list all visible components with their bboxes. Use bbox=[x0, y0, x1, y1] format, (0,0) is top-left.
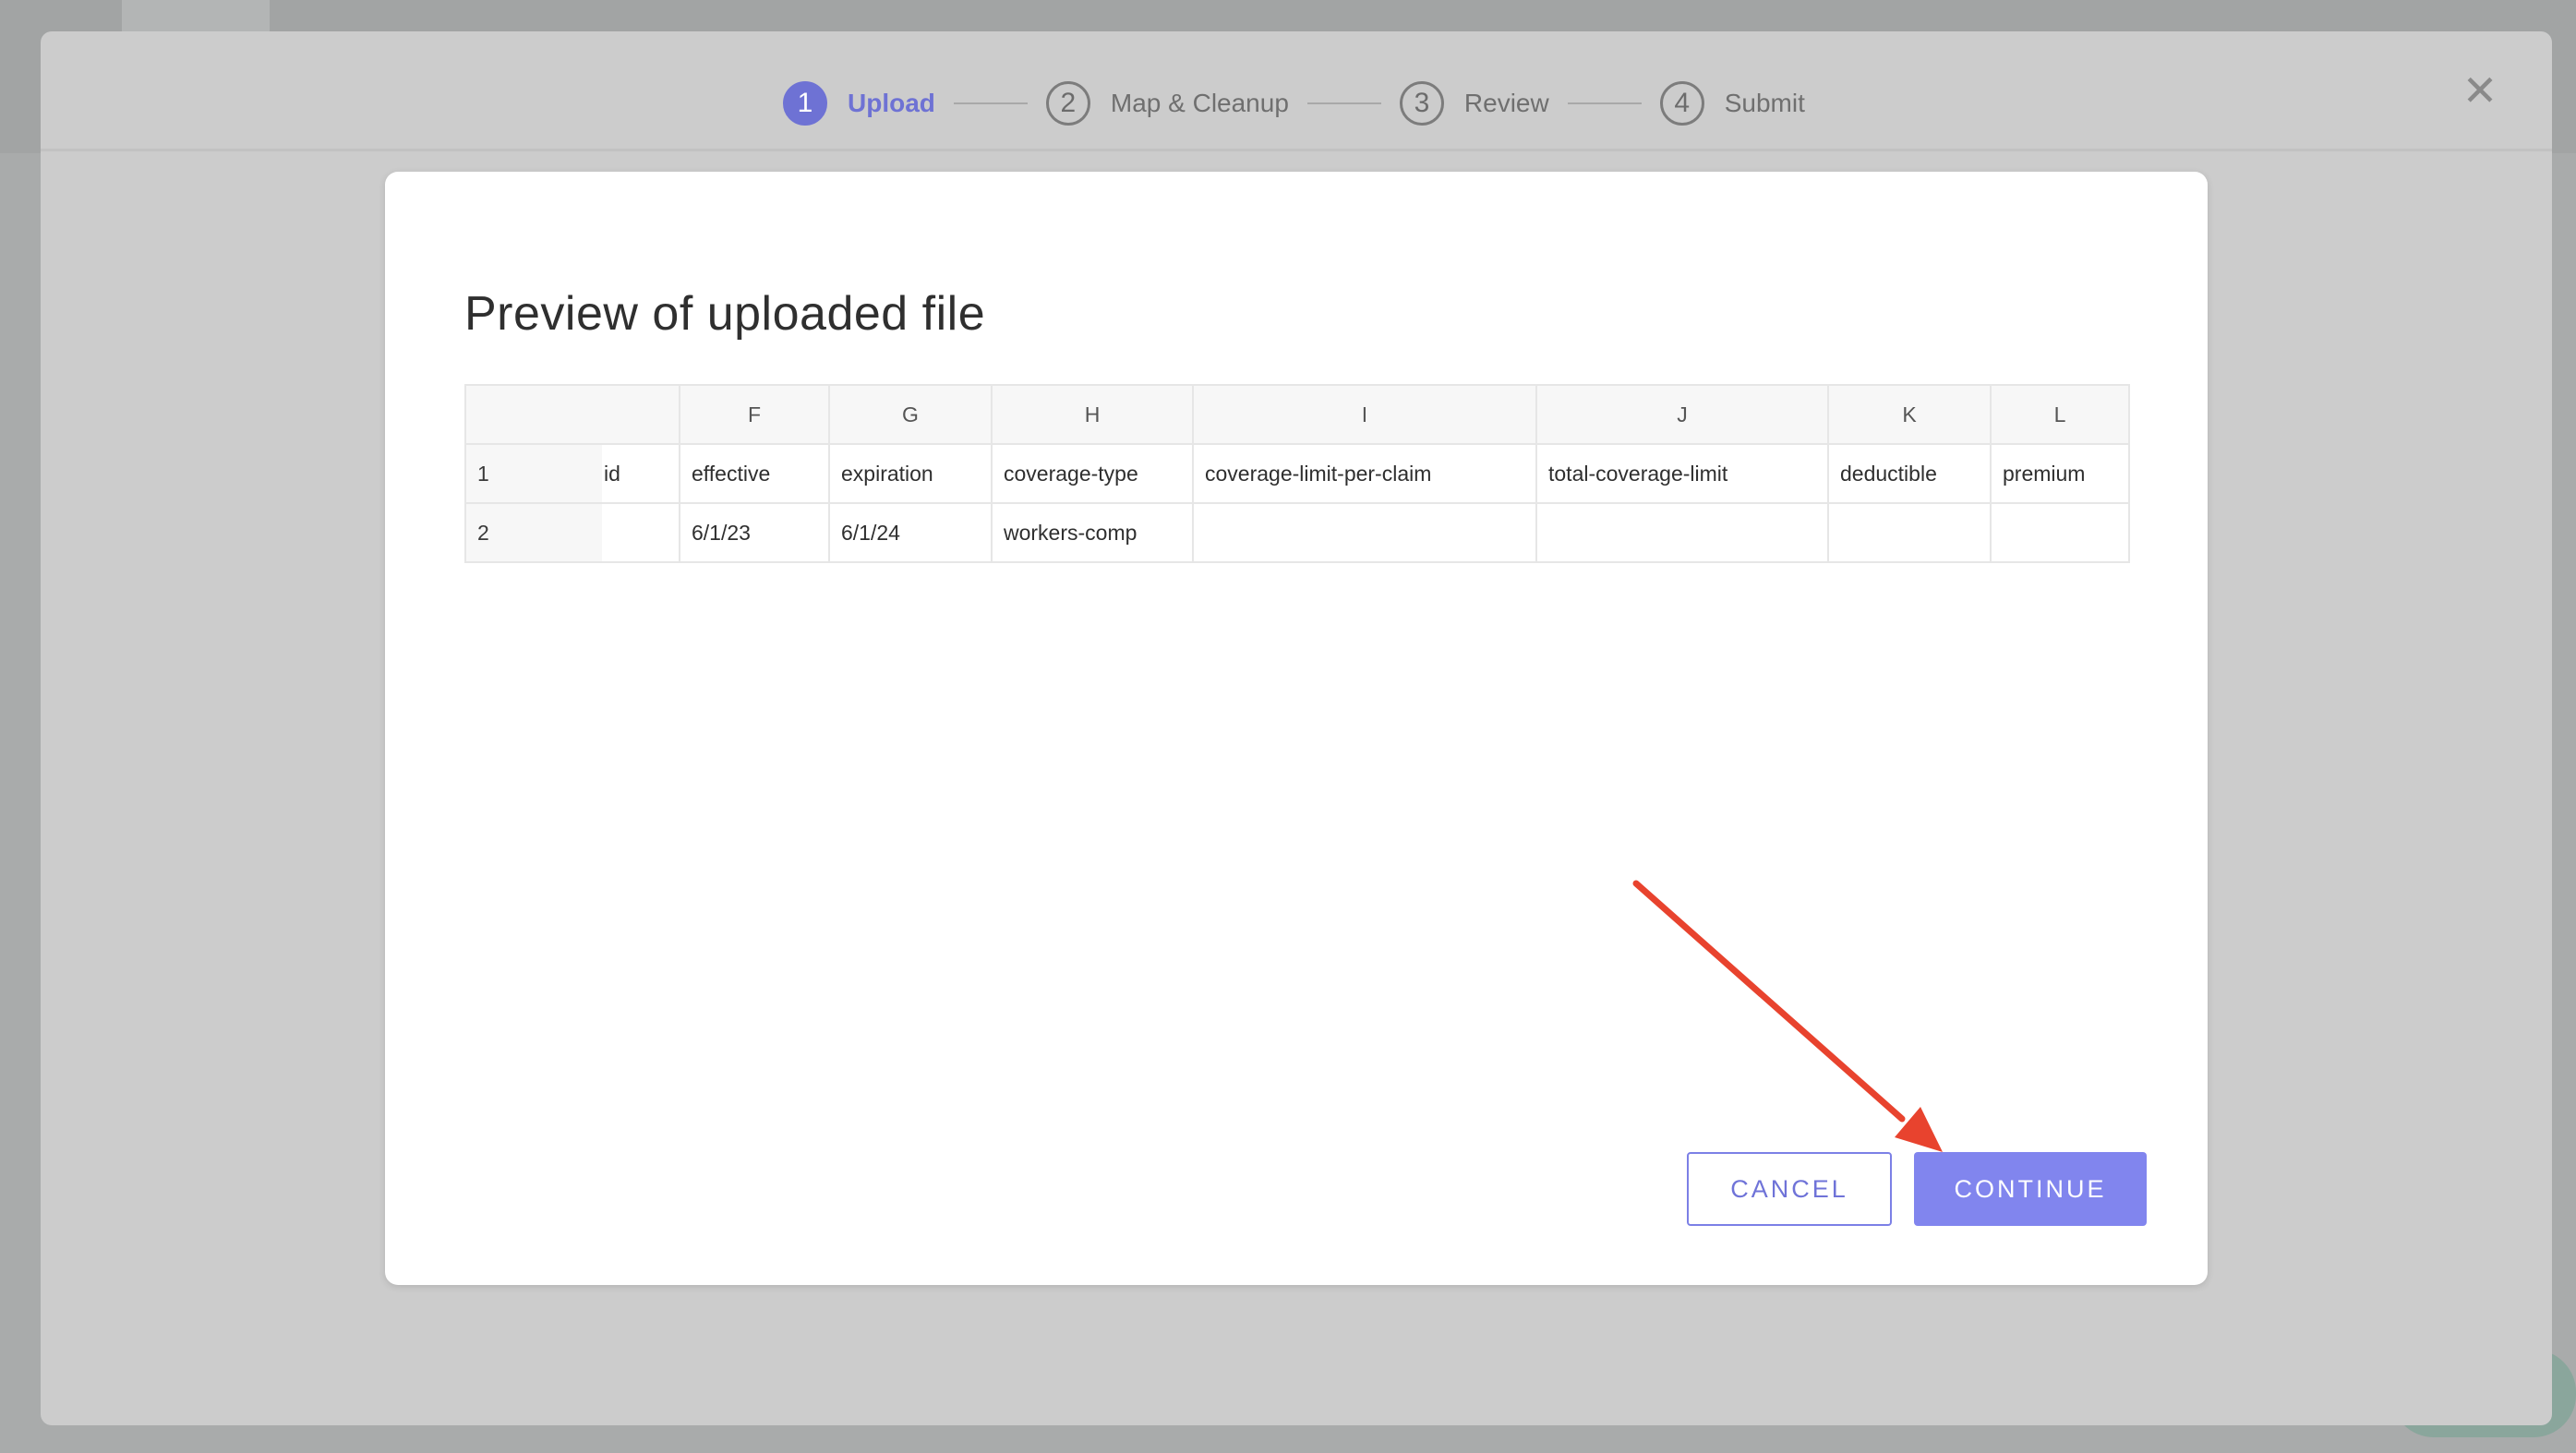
row-number: 1 bbox=[464, 443, 602, 504]
stepper-bar: 1 Upload 2 Map & Cleanup 3 Review 4 Subm… bbox=[41, 31, 2552, 151]
step-submit: 4 Submit bbox=[1659, 81, 1805, 126]
preview-table: F G H I J K L 1 id effective expiration … bbox=[464, 384, 2130, 563]
step-map-cleanup: 2 Map & Cleanup bbox=[1045, 81, 1289, 126]
column-header: J bbox=[1535, 384, 1829, 445]
table-cell bbox=[1535, 502, 1829, 563]
column-header: I bbox=[1192, 384, 1537, 445]
step-connector bbox=[953, 102, 1028, 104]
column-header bbox=[602, 384, 680, 445]
step-number-4: 4 bbox=[1659, 81, 1704, 126]
table-row: 1 id effective expiration coverage-type … bbox=[464, 443, 2130, 504]
table-cell: premium bbox=[1990, 443, 2130, 504]
step-upload: 1 Upload bbox=[783, 81, 935, 126]
step-number-2: 2 bbox=[1045, 81, 1090, 126]
step-connector bbox=[1306, 102, 1381, 104]
step-number-1: 1 bbox=[783, 81, 827, 126]
row-number: 2 bbox=[464, 502, 602, 563]
table-cell: total-coverage-limit bbox=[1535, 443, 1829, 504]
stepper: 1 Upload 2 Map & Cleanup 3 Review 4 Subm… bbox=[783, 79, 1805, 127]
close-icon[interactable]: ✕ bbox=[2458, 68, 2502, 113]
step-connector bbox=[1567, 102, 1642, 104]
table-cell bbox=[602, 502, 680, 563]
table-cell bbox=[1192, 502, 1537, 563]
column-header-row: F G H I J K L bbox=[464, 384, 2130, 445]
table-cell: workers-comp bbox=[991, 502, 1194, 563]
importer-panel: 1 Upload 2 Map & Cleanup 3 Review 4 Subm… bbox=[41, 31, 2552, 1425]
step-label-submit: Submit bbox=[1724, 89, 1805, 117]
table-cell: deductible bbox=[1827, 443, 1992, 504]
step-review: 3 Review bbox=[1399, 81, 1549, 126]
step-label-upload: Upload bbox=[848, 89, 935, 117]
column-header: G bbox=[828, 384, 993, 445]
step-label-review: Review bbox=[1463, 89, 1549, 117]
table-cell bbox=[1827, 502, 1992, 563]
table-cell: 6/1/23 bbox=[679, 502, 830, 563]
column-header: F bbox=[679, 384, 830, 445]
continue-button[interactable]: CONTINUE bbox=[1914, 1152, 2147, 1226]
column-header: L bbox=[1990, 384, 2130, 445]
table-cell: coverage-limit-per-claim bbox=[1192, 443, 1537, 504]
table-cell: id bbox=[602, 443, 680, 504]
table-cell: 6/1/24 bbox=[828, 502, 993, 563]
table-cell: expiration bbox=[828, 443, 993, 504]
column-header: H bbox=[991, 384, 1194, 445]
table-row: 2 6/1/23 6/1/24 workers-comp bbox=[464, 502, 2130, 563]
page-title: Preview of uploaded file bbox=[464, 287, 986, 341]
step-number-3: 3 bbox=[1399, 81, 1444, 126]
corner-cell bbox=[464, 384, 602, 445]
column-header: K bbox=[1827, 384, 1992, 445]
cancel-button[interactable]: CANCEL bbox=[1687, 1152, 1892, 1226]
preview-modal: Preview of uploaded file F G H I J K L 1… bbox=[385, 172, 2208, 1285]
table-cell: coverage-type bbox=[991, 443, 1194, 504]
step-label-map-cleanup: Map & Cleanup bbox=[1110, 89, 1289, 117]
table-cell bbox=[1990, 502, 2130, 563]
table-cell: effective bbox=[679, 443, 830, 504]
background-tab bbox=[122, 0, 270, 31]
